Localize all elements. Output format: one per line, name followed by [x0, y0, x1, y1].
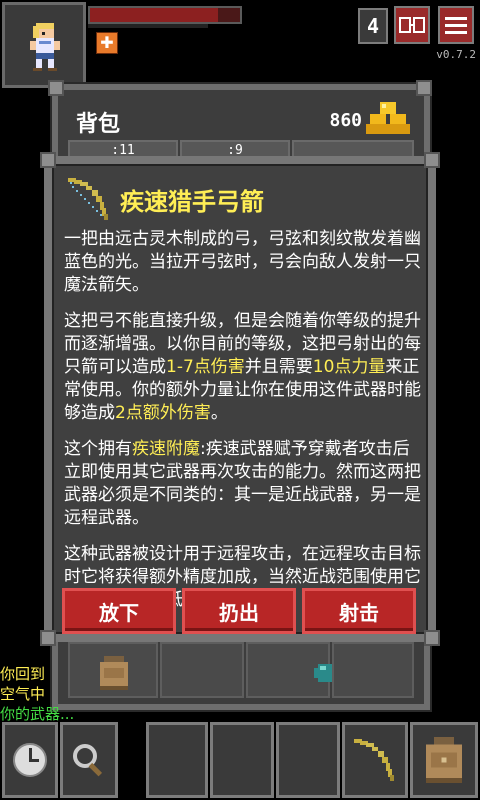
- inventory-slot[interactable]: [332, 642, 414, 698]
- description-text: 并且需要: [244, 357, 313, 377]
- search-icon: [73, 744, 103, 777]
- search-button[interactable]: [60, 722, 118, 798]
- quickslot-1[interactable]: [146, 722, 208, 798]
- item-action-row: 放下 扔出 射击: [62, 588, 418, 636]
- journal-button[interactable]: [394, 6, 430, 44]
- throw-button[interactable]: 扔出: [182, 588, 296, 634]
- description-text: 这个拥有: [64, 439, 132, 459]
- highlighted-text: 2点额外伤害: [115, 403, 211, 423]
- dialog-corner: [424, 152, 440, 168]
- menu-button[interactable]: [438, 6, 474, 44]
- highlighted-text: 10点力量: [312, 357, 386, 377]
- dialog-corner: [40, 152, 56, 168]
- health-bar: [88, 6, 242, 24]
- buff-icon[interactable]: ✚: [96, 32, 118, 54]
- description-paragraph: 这个拥有疾速附魔:疾速武器赋予穿戴者攻击后立即使用其它武器再次攻击的能力。然而这…: [64, 438, 424, 530]
- gold-icon: [366, 102, 410, 134]
- description-text: 。: [210, 403, 228, 423]
- log-line: 你的武器...: [0, 705, 75, 723]
- quickslot-4[interactable]: [342, 722, 408, 798]
- bow-icon: [354, 739, 394, 781]
- item-title: 疾速猎手弓箭: [120, 188, 264, 216]
- menu-icon: [445, 17, 467, 34]
- log-line: 你回到: [0, 665, 46, 683]
- game-log: 你回到 空气中 你的武器...: [0, 664, 74, 724]
- depth-indicator[interactable]: 4: [358, 8, 388, 44]
- gold-amount: 860: [329, 110, 362, 131]
- journal-icon: [399, 17, 425, 33]
- highlighted-text: 1-7点伤害: [166, 357, 245, 377]
- highlighted-text: 疾速附魔: [132, 439, 200, 459]
- experience-bar: [88, 24, 208, 28]
- health-bar-fill: [90, 8, 218, 22]
- description-paragraph: 一把由远古灵木制成的弓，弓弦和刻纹散发着幽蓝色的光。当拉开弓弦时，弓会向敌人发射…: [64, 228, 424, 297]
- inventory-slot[interactable]: [68, 642, 158, 698]
- backpack-title: 背包: [76, 112, 121, 137]
- shoot-button[interactable]: 射击: [302, 588, 416, 634]
- window-corner: [416, 80, 432, 96]
- inventory-slot[interactable]: [246, 642, 338, 698]
- wait-button[interactable]: [2, 722, 58, 798]
- log-line: 空气中: [0, 685, 46, 703]
- inventory-slot[interactable]: [160, 642, 244, 698]
- version-label: v0.7.2: [436, 48, 476, 61]
- backpack-icon: [426, 737, 462, 783]
- drop-button[interactable]: 放下: [62, 588, 176, 634]
- hero-portrait[interactable]: [2, 2, 86, 88]
- description-text: 一把由远古灵木制成的弓，弓弦和刻纹散发着幽蓝色的光。当拉开弓弦时，弓会向敌人发射…: [64, 229, 421, 295]
- clock-icon: [13, 743, 47, 777]
- backpack-item-icon: [100, 656, 128, 690]
- item-description: 一把由远古灵木制成的弓，弓弦和刻纹散发着幽蓝色的光。当拉开弓弦时，弓会向敌人发射…: [64, 228, 424, 625]
- bow-icon: [68, 178, 108, 220]
- dialog-corner: [424, 630, 440, 646]
- hero-sprite-icon: [30, 23, 60, 71]
- quickslot-3[interactable]: [276, 722, 340, 798]
- dialog-corner: [40, 630, 56, 646]
- backpack-button[interactable]: [410, 722, 478, 798]
- item-info-dialog: 疾速猎手弓箭 一把由远古灵木制成的弓，弓弦和刻纹散发着幽蓝色的光。当拉开弓弦时，…: [44, 156, 436, 642]
- description-paragraph: 这把弓不能直接升级，但是会随着你等级的提升而逐渐增强。以你目前的等级，这把弓射出…: [64, 310, 424, 425]
- window-corner: [48, 80, 64, 96]
- quickslot-2[interactable]: [210, 722, 274, 798]
